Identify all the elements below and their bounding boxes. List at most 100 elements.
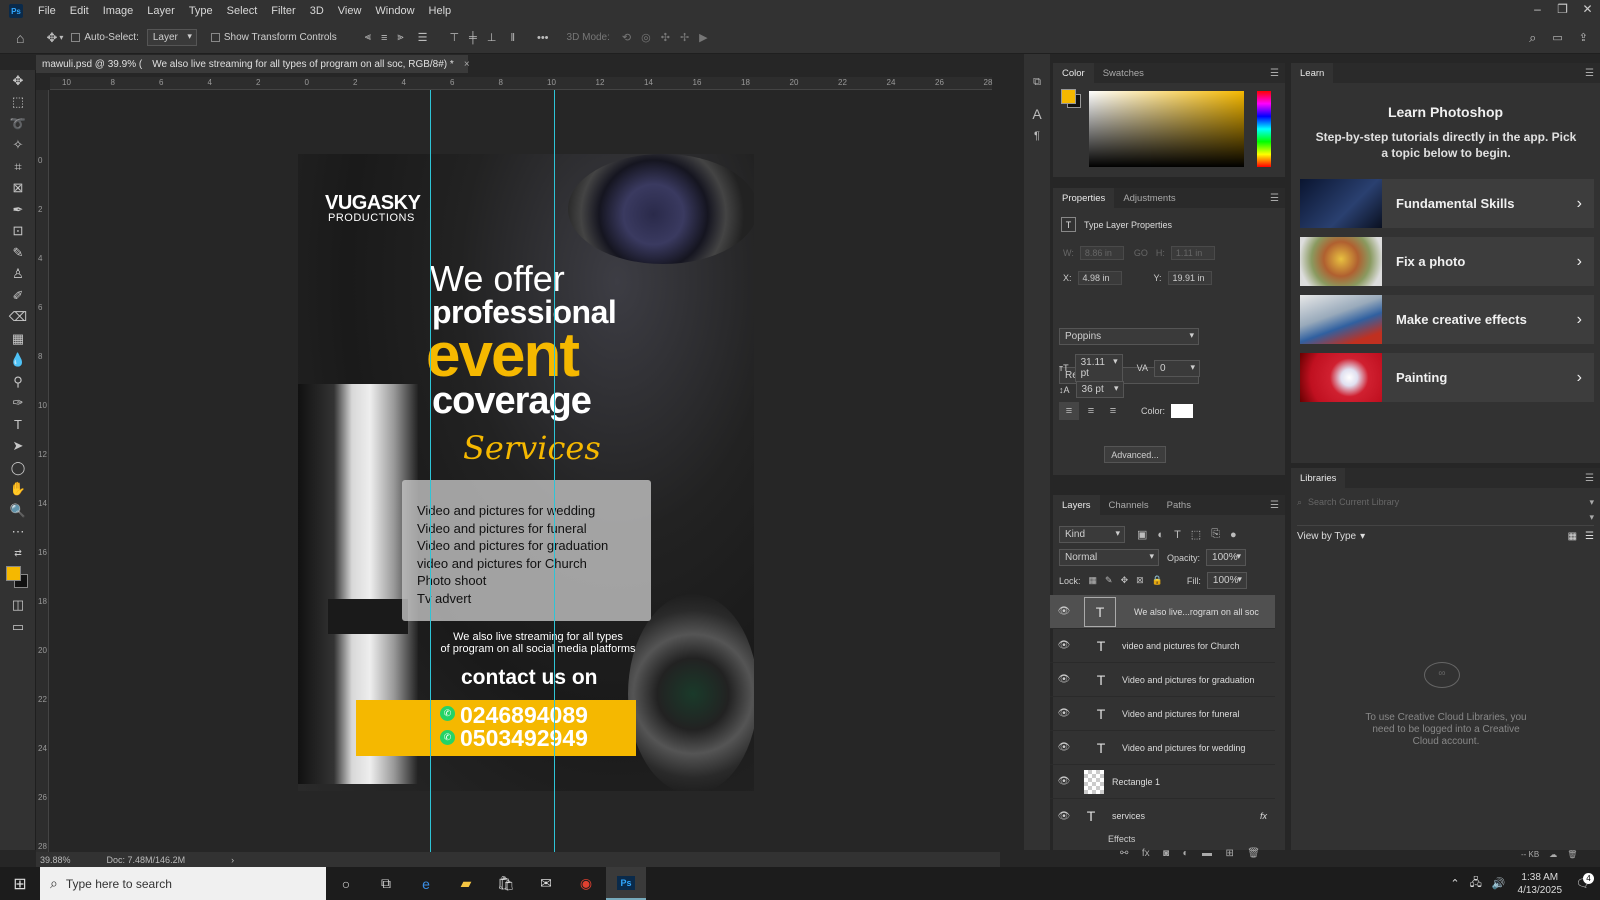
height-field[interactable]: 1.11 in <box>1170 246 1215 260</box>
new-group-icon[interactable]: ▬ <box>1202 848 1212 859</box>
layer-row[interactable]: 👁 T video and pictures for Church <box>1050 629 1275 663</box>
marquee-tool-icon[interactable]: ⬚ <box>0 92 36 114</box>
mail-icon[interactable]: ✉ <box>526 867 566 900</box>
3d-rotate-icon[interactable]: ⟲ <box>622 31 631 44</box>
distribute-vertical-icon[interactable]: ‖ <box>510 32 515 44</box>
close-window-icon[interactable]: ✕ <box>1575 0 1600 22</box>
layer-row[interactable]: 👁 T Video and pictures for graduation <box>1050 663 1275 697</box>
lock-artboard-icon[interactable]: ⊠ <box>1136 575 1144 586</box>
layer-name[interactable]: Rectangle 1 <box>1112 777 1160 787</box>
more-tools-icon[interactable]: ⋯ <box>0 522 36 544</box>
eraser-tool-icon[interactable]: ⌫ <box>0 307 36 329</box>
share-icon[interactable]: ⇪ <box>1579 31 1588 44</box>
tab-color[interactable]: Color <box>1053 63 1094 83</box>
align-left-icon[interactable]: ⫷ <box>365 31 371 44</box>
link-layers-icon[interactable]: ⚯ <box>1120 848 1128 859</box>
delete-layer-icon[interactable]: 🗑 <box>1247 848 1260 859</box>
healing-brush-tool-icon[interactable]: ⊡ <box>0 221 36 243</box>
minimize-icon[interactable]: – <box>1525 0 1550 22</box>
menu-3d[interactable]: 3D <box>303 5 331 17</box>
stamp-tool-icon[interactable]: ♙ <box>0 264 36 286</box>
search-icon[interactable]: ⌕ <box>1529 30 1536 46</box>
tab-learn[interactable]: Learn <box>1291 63 1334 83</box>
menu-filter[interactable]: Filter <box>264 5 302 17</box>
gradient-tool-icon[interactable]: ▦ <box>0 328 36 350</box>
visibility-eye-icon[interactable]: 👁 <box>1050 606 1078 617</box>
layer-name[interactable]: video and pictures for Church <box>1122 641 1240 651</box>
auto-select-checkbox[interactable]: Auto-Select: <box>71 32 139 43</box>
close-tab-icon[interactable]: × <box>464 59 470 70</box>
chevron-down-icon[interactable]: ▾ <box>1589 497 1594 508</box>
y-position-field[interactable]: 19.91 in <box>1167 271 1212 285</box>
swap-colors-icon[interactable]: ⇄ <box>0 543 36 565</box>
history-panel-icon[interactable]: ⧉ <box>1024 70 1050 94</box>
lock-pixels-icon[interactable]: ✎ <box>1105 575 1113 586</box>
3d-roll-icon[interactable]: ◎ <box>641 31 651 44</box>
menu-view[interactable]: View <box>331 5 369 17</box>
width-field[interactable]: 8.86 in <box>1079 246 1124 260</box>
new-layer-icon[interactable]: ⊞ <box>1225 848 1233 859</box>
visibility-eye-icon[interactable]: 👁 <box>1050 776 1078 787</box>
menu-help[interactable]: Help <box>422 5 459 17</box>
layer-kind-filter[interactable]: Kind <box>1059 526 1125 543</box>
tracking-field[interactable]: 0 <box>1153 359 1200 377</box>
foreground-color-swatch[interactable] <box>6 565 21 581</box>
menu-window[interactable]: Window <box>368 5 421 17</box>
panel-menu-icon[interactable]: ☰ <box>1270 68 1279 79</box>
x-position-field[interactable]: 4.98 in <box>1077 271 1122 285</box>
opacity-field[interactable]: 100% <box>1206 549 1247 566</box>
fill-field[interactable]: 100% <box>1206 572 1247 589</box>
fx-icon[interactable]: fx <box>1260 811 1267 821</box>
character-panel-icon[interactable]: A <box>1024 102 1050 126</box>
status-arrow-icon[interactable]: › <box>231 855 234 865</box>
font-family-dropdown[interactable]: Poppins <box>1059 328 1199 345</box>
layer-name[interactable]: services <box>1112 811 1145 821</box>
library-search[interactable]: ⌕ Search Current Library ▾ <box>1297 494 1594 510</box>
color-field[interactable] <box>1089 91 1244 167</box>
view-by-type-dropdown[interactable]: View by Type <box>1297 531 1356 542</box>
filter-adjustment-icon[interactable]: ◐ <box>1157 529 1164 541</box>
learn-card-painting[interactable]: Painting › <box>1300 353 1594 402</box>
panel-menu-icon[interactable]: ☰ <box>1270 193 1279 204</box>
distribute-icon[interactable]: ☰ <box>418 31 428 44</box>
blend-mode-dropdown[interactable]: Normal <box>1059 549 1159 566</box>
tab-swatches[interactable]: Swatches <box>1094 63 1153 83</box>
3d-drag-icon[interactable]: ✣ <box>661 31 670 44</box>
layer-name[interactable]: Video and pictures for funeral <box>1122 709 1239 719</box>
align-text-right-icon[interactable]: ≡ <box>1103 402 1123 420</box>
show-transform-checkbox[interactable]: Show Transform Controls <box>210 32 337 43</box>
brush-tool-icon[interactable]: ✎ <box>0 242 36 264</box>
menu-image[interactable]: Image <box>96 5 141 17</box>
leading-field[interactable]: 36 pt <box>1075 381 1124 398</box>
tab-channels[interactable]: Channels <box>1100 495 1158 515</box>
color-swatches[interactable] <box>0 565 35 595</box>
lock-transparent-icon[interactable]: ▦ <box>1089 575 1098 586</box>
eyedropper-tool-icon[interactable]: ✒ <box>0 199 36 221</box>
list-view-icon[interactable]: ☰ <box>1585 531 1594 542</box>
zoom-level[interactable]: 39.88% <box>40 855 71 865</box>
panel-menu-icon[interactable]: ☰ <box>1585 473 1594 484</box>
font-size-field[interactable]: 31.11 pt <box>1074 354 1123 382</box>
align-text-left-icon[interactable]: ≡ <box>1059 402 1079 420</box>
tab-libraries[interactable]: Libraries <box>1291 468 1346 488</box>
layer-select-dropdown[interactable]: Layer <box>146 29 197 46</box>
align-bottom-icon[interactable]: ⊥ <box>487 31 497 44</box>
move-tool-icon[interactable]: ✥ <box>46 30 57 46</box>
home-icon[interactable]: ⌂ <box>16 30 24 46</box>
add-style-icon[interactable]: fx <box>1142 848 1150 859</box>
history-brush-tool-icon[interactable]: ✐ <box>0 285 36 307</box>
filter-toggle-icon[interactable]: ● <box>1230 529 1237 541</box>
menu-edit[interactable]: Edit <box>63 5 96 17</box>
delete-icon[interactable]: 🗑 <box>1567 850 1577 859</box>
cortana-icon[interactable]: ○ <box>326 867 366 900</box>
panel-menu-icon[interactable]: ☰ <box>1270 500 1279 511</box>
learn-card-fix-a-photo[interactable]: Fix a photo › <box>1300 237 1594 286</box>
guide-line[interactable] <box>554 90 555 852</box>
tab-properties[interactable]: Properties <box>1053 188 1115 208</box>
foreground-color-swatch[interactable] <box>1061 89 1076 104</box>
crop-tool-icon[interactable]: ⌗ <box>0 156 36 178</box>
photoshop-taskbar-icon[interactable]: Ps <box>606 867 646 900</box>
taskbar-search[interactable]: ⌕ Type here to search <box>40 867 326 900</box>
layer-row[interactable]: 👁 T services fx <box>1050 799 1275 833</box>
tab-layers[interactable]: Layers <box>1053 495 1100 515</box>
